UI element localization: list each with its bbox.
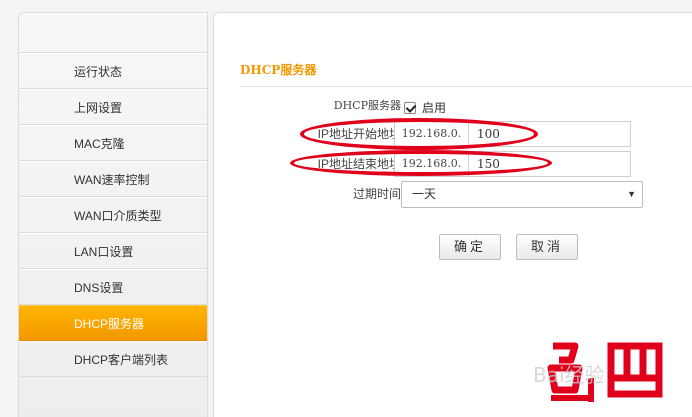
dhcp-enable-toggle[interactable]: 启用 bbox=[404, 99, 446, 116]
sidebar-item-mac-clone[interactable]: MAC克隆 bbox=[19, 125, 207, 161]
dhcp-label: DHCP服务器 bbox=[333, 99, 401, 112]
start-ip-field: 192.168.0. bbox=[394, 121, 631, 147]
cancel-button[interactable]: 取消 bbox=[516, 234, 578, 260]
sidebar-item-dns[interactable]: DNS设置 bbox=[19, 269, 207, 305]
sidebar-item-status[interactable]: 运行状态 bbox=[19, 53, 207, 89]
dhcp-enable-checkbox[interactable] bbox=[404, 101, 416, 114]
chevron-down-icon: ▼ bbox=[627, 189, 636, 199]
dhcp-enable-row: DHCP服务器 启用 bbox=[214, 93, 692, 119]
end-ip-prefix: 192.168.0. bbox=[395, 152, 469, 176]
sidebar-item-dhcp-clients[interactable]: DHCP客户端列表 bbox=[19, 341, 207, 377]
page-title: DHCP服务器 bbox=[240, 63, 317, 77]
confirm-button[interactable]: 确定 bbox=[439, 234, 501, 260]
start-ip-row: IP地址开始地址 192.168.0. bbox=[214, 121, 692, 147]
section-divider bbox=[240, 86, 692, 87]
end-ip-label: IP地址结束地址 bbox=[317, 157, 401, 171]
sidebar-item-internet[interactable]: 上网设置 bbox=[19, 89, 207, 125]
start-ip-label: IP地址开始地址 bbox=[317, 127, 401, 141]
start-ip-input[interactable] bbox=[477, 122, 617, 146]
end-ip-row: IP地址结束地址 192.168.0. bbox=[214, 151, 692, 177]
sidebar-item-lan[interactable]: LAN口设置 bbox=[19, 233, 207, 269]
lease-select[interactable]: 一天 ▼ bbox=[401, 181, 643, 208]
end-ip-input[interactable] bbox=[477, 152, 617, 176]
sidebar-header bbox=[19, 13, 207, 53]
lease-select-value: 一天 bbox=[412, 187, 437, 201]
start-ip-prefix: 192.168.0. bbox=[395, 122, 469, 146]
sidebar-item-wan-rate[interactable]: WAN速率控制 bbox=[19, 161, 207, 197]
end-ip-field: 192.168.0. bbox=[394, 151, 631, 177]
main-panel: DHCP服务器 DHCP服务器 启用 IP地址开始地址 192.168.0. I… bbox=[213, 12, 692, 417]
dhcp-enable-label: 启用 bbox=[422, 101, 447, 115]
lease-label: 过期时间 bbox=[352, 187, 401, 201]
sidebar-item-dhcp-server[interactable]: DHCP服务器 bbox=[19, 305, 207, 341]
sidebar-item-wan-media[interactable]: WAN口介质类型 bbox=[19, 197, 207, 233]
sidebar: 运行状态 上网设置 MAC克隆 WAN速率控制 WAN口介质类型 LAN口设置 … bbox=[18, 12, 208, 417]
lease-row: 过期时间 一天 ▼ bbox=[214, 181, 692, 208]
